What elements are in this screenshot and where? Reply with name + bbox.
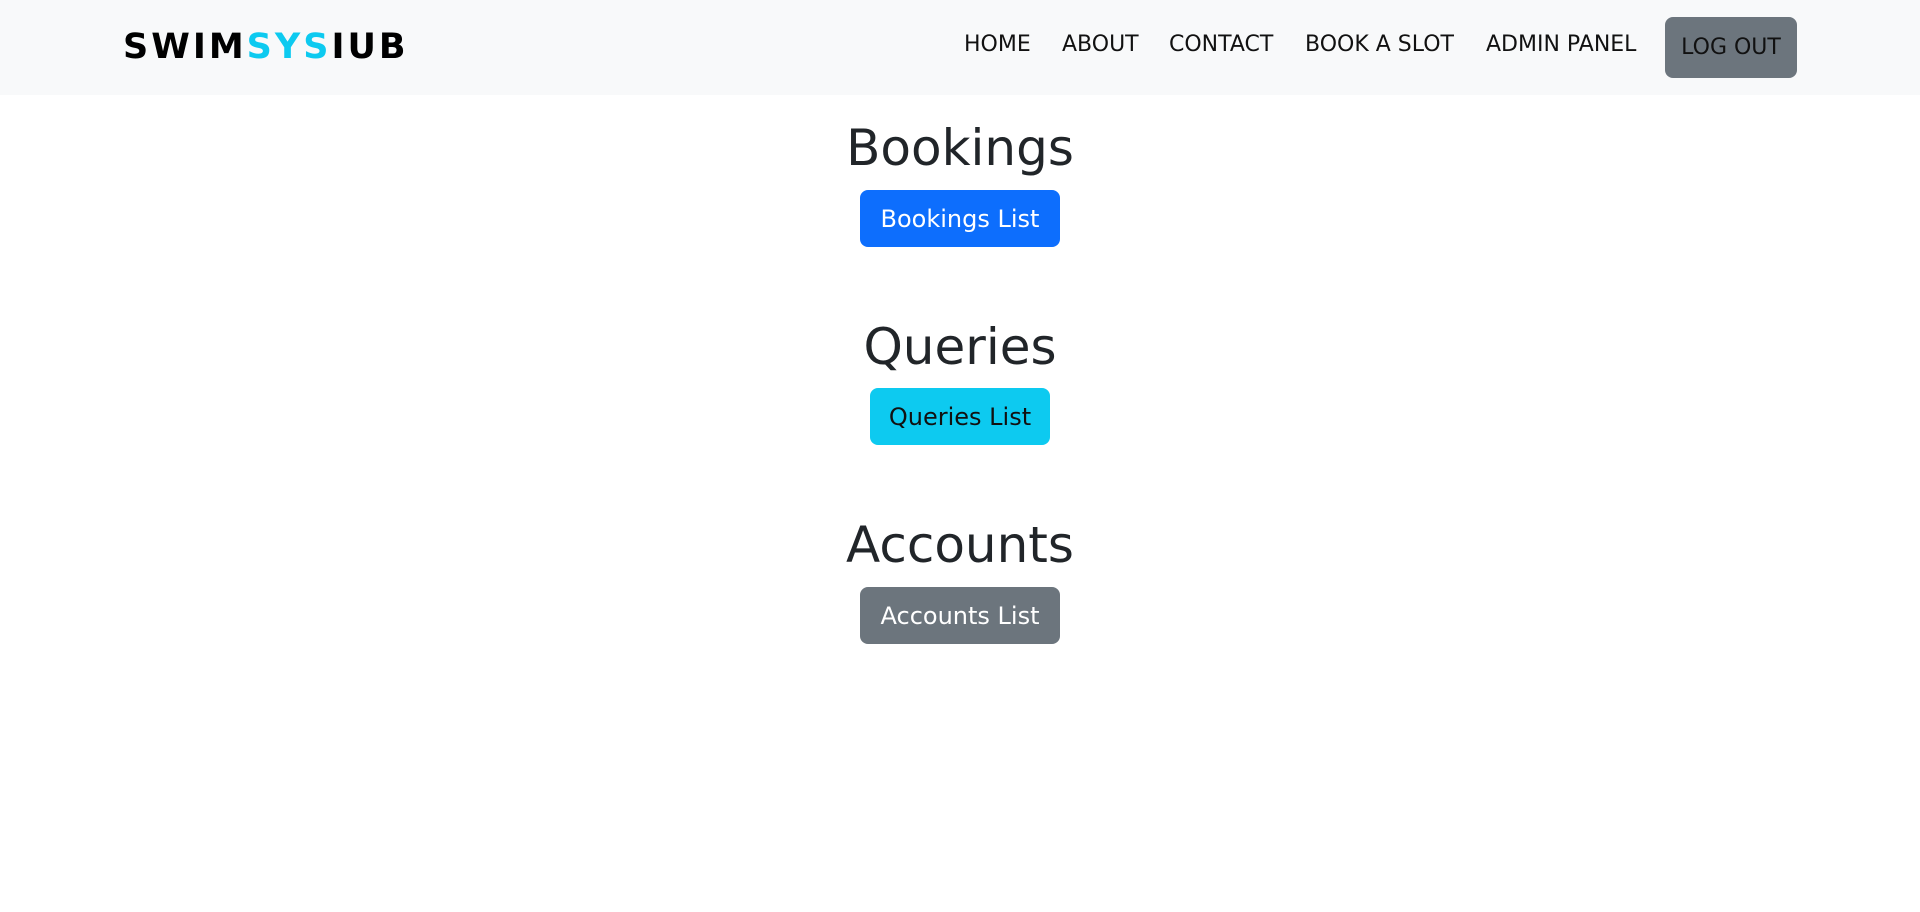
brand-part-3: IUB: [331, 27, 409, 67]
nav-contact[interactable]: CONTACT: [1169, 30, 1273, 60]
logout-button[interactable]: LOG OUT: [1665, 17, 1797, 78]
queries-list-button[interactable]: Queries List: [870, 388, 1050, 445]
brand-part-1: SWIM: [123, 27, 247, 67]
nav-admin-panel[interactable]: ADMIN PANEL: [1486, 30, 1636, 60]
accounts-list-button[interactable]: Accounts List: [860, 587, 1060, 644]
brand-logo[interactable]: SWIMSYSIUB: [123, 26, 409, 68]
nav-about[interactable]: ABOUT: [1062, 30, 1139, 60]
accounts-title: Accounts: [846, 516, 1074, 574]
nav-home[interactable]: HOME: [964, 30, 1031, 60]
navbar: SWIMSYSIUB HOME ABOUT CONTACT BOOK A SLO…: [0, 0, 1920, 95]
nav-book-a-slot[interactable]: BOOK A SLOT: [1305, 30, 1454, 60]
bookings-title: Bookings: [846, 119, 1074, 177]
brand-part-2: SYS: [246, 27, 332, 67]
queries-title: Queries: [863, 318, 1057, 376]
bookings-list-button[interactable]: Bookings List: [860, 190, 1060, 247]
